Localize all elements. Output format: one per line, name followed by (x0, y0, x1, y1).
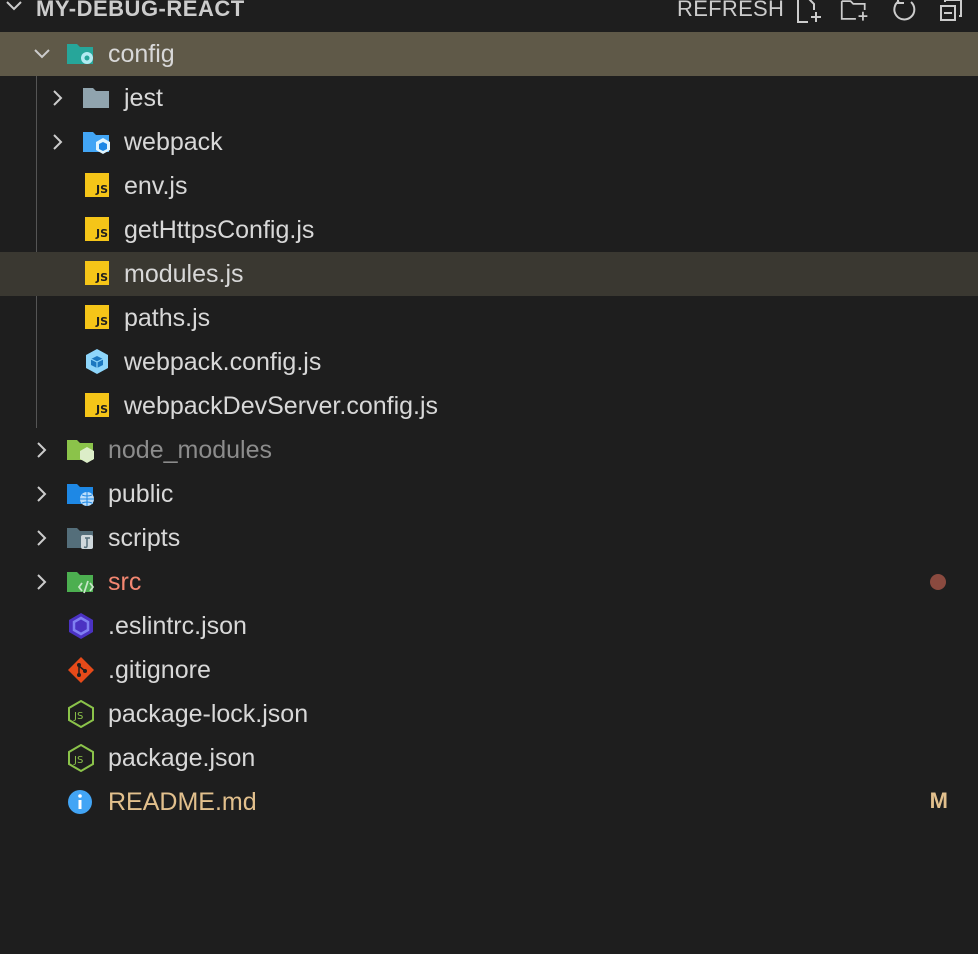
tree-item-webpackdevserver-config-js[interactable]: JS webpackDevServer.config.js (0, 384, 978, 428)
tree-item-label: src (108, 568, 142, 596)
webpack-file-icon (86, 349, 108, 374)
tree-item-public[interactable]: public (0, 472, 978, 516)
tree-item-label: modules.js (124, 260, 244, 288)
svg-text:JS: JS (95, 271, 108, 284)
js-file-icon: JS (85, 173, 109, 197)
explorer-header: MY-DEBUG-REACT REFRESH (0, 0, 978, 24)
tree-item-gethttpsconfig-js[interactable]: JS getHttpsConfig.js (0, 208, 978, 252)
tree-item-label: webpack.config.js (124, 348, 322, 376)
git-icon (68, 657, 94, 683)
tree-item-src[interactable]: src (0, 560, 978, 604)
tree-item-label: webpackDevServer.config.js (124, 392, 439, 420)
explorer-title[interactable]: MY-DEBUG-REACT (36, 0, 245, 22)
chevron-right-icon[interactable] (32, 440, 52, 460)
svg-text:JS: JS (73, 711, 83, 722)
tree-item-modules-js[interactable]: JS modules.js (0, 252, 978, 296)
folder-config-icon (67, 44, 93, 64)
eslint-icon (69, 613, 93, 639)
tree-item-label: .eslintrc.json (108, 612, 247, 640)
svg-text:JS: JS (95, 403, 108, 416)
chevron-right-icon[interactable] (48, 88, 68, 108)
tree-item-label: README.md (108, 788, 257, 816)
chevron-right-icon[interactable] (32, 572, 52, 592)
info-icon (68, 790, 92, 814)
folder-webpack-icon (83, 132, 110, 154)
svg-text:JS: JS (95, 315, 108, 328)
tree-item-label: node_modules (108, 436, 273, 464)
tree-item-label: env.js (124, 172, 188, 200)
chevron-down-icon[interactable] (4, 0, 24, 16)
tree-item-jest[interactable]: jest (0, 76, 978, 120)
tree-item-eslintrc-json[interactable]: .eslintrc.json (0, 604, 978, 648)
tree-item-webpack-folder[interactable]: webpack (0, 120, 978, 164)
nodejs-icon: JS (68, 700, 94, 728)
collapse-all-icon[interactable] (937, 0, 967, 24)
tree-item-node-modules[interactable]: node_modules (0, 428, 978, 472)
tree-item-env-js[interactable]: JS env.js (0, 164, 978, 208)
new-folder-icon[interactable] (840, 0, 870, 24)
chevron-right-icon[interactable] (48, 132, 68, 152)
tree-item-webpack-config-js[interactable]: webpack.config.js (0, 340, 978, 384)
folder-icon (83, 88, 109, 108)
js-file-icon: JS (85, 217, 109, 241)
folder-scripts-icon (67, 528, 93, 549)
tree-item-label: getHttpsConfig.js (124, 216, 315, 244)
tree-item-readme-md[interactable]: README.md M (0, 780, 978, 824)
tree-item-label: public (108, 480, 174, 508)
tree-item-label: jest (124, 84, 163, 112)
chevron-right-icon[interactable] (32, 528, 52, 548)
tree-item-label: webpack (124, 128, 223, 156)
chevron-right-icon[interactable] (32, 484, 52, 504)
svg-text:JS: JS (95, 227, 108, 240)
git-modified-badge: M (929, 788, 948, 813)
tree-item-scripts[interactable]: scripts (0, 516, 978, 560)
svg-text:JS: JS (95, 183, 108, 196)
svg-text:JS: JS (73, 755, 83, 766)
js-file-icon: JS (85, 261, 109, 285)
new-file-icon[interactable] (794, 0, 824, 24)
folder-src-icon (67, 572, 95, 594)
tree-item-label: .gitignore (108, 656, 211, 684)
folder-node-icon (67, 440, 94, 463)
problem-dot-badge (930, 574, 946, 590)
nodejs-icon: JS (68, 744, 94, 772)
refresh-icon[interactable] (889, 0, 919, 24)
tree-item-label: paths.js (124, 304, 211, 332)
chevron-down-icon[interactable] (32, 44, 52, 64)
tree-item-label: package.json (108, 744, 256, 772)
folder-public-icon (67, 484, 94, 506)
tree-item-package-lock-json[interactable]: JS package-lock.json (0, 692, 978, 736)
refresh-button[interactable]: REFRESH (677, 0, 784, 22)
tree-item-label: scripts (108, 524, 181, 552)
tree-item-label: config (108, 40, 175, 68)
tree-item-paths-js[interactable]: JS paths.js (0, 296, 978, 340)
tree-item-config[interactable]: config (0, 32, 978, 76)
js-file-icon: JS (85, 393, 109, 417)
tree-item-package-json[interactable]: JS package.json (0, 736, 978, 780)
tree-item-gitignore[interactable]: .gitignore (0, 648, 978, 692)
js-file-icon: JS (85, 305, 109, 329)
tree-item-label: package-lock.json (108, 700, 309, 728)
